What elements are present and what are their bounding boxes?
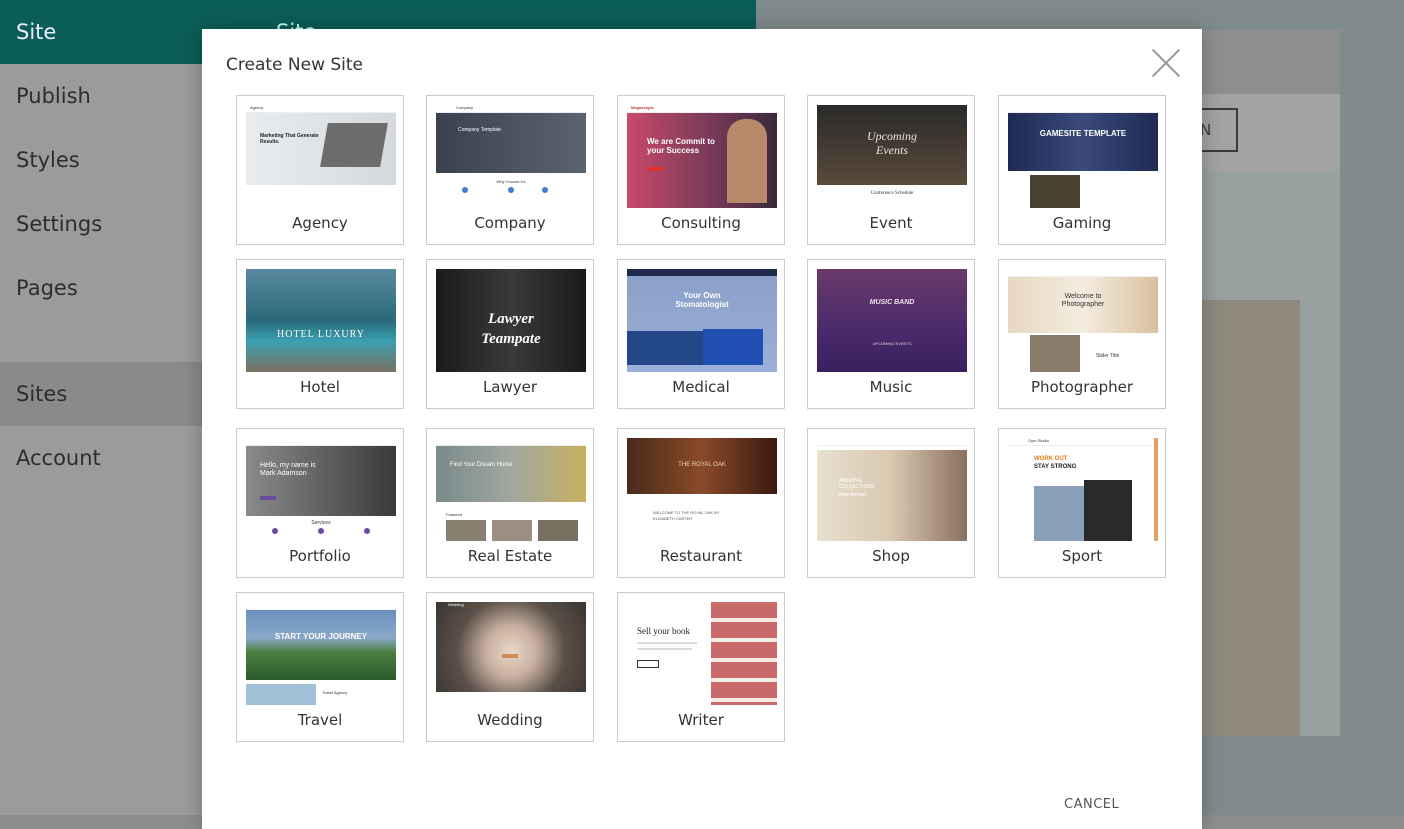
template-card-wedding[interactable]: Wedding Wedding [426, 592, 594, 742]
preview-button[interactable]: N [1196, 108, 1238, 152]
template-card-medical[interactable]: Your Own Stomatologist Medical [617, 259, 785, 409]
template-thumbnail: Your Own Stomatologist [627, 269, 777, 372]
template-thumbnail: AMAZING COLLECTIONS New Arrivals [817, 438, 967, 541]
template-label: Photographer [1030, 378, 1134, 396]
template-card-sport[interactable]: Gym Studio WORK OUT STAY STRONG Sport [998, 428, 1166, 578]
template-card-restaurant[interactable]: THE ROYAL OAK WELCOME TO THE ROYAL OAK B… [617, 428, 785, 578]
template-card-writer[interactable]: Sell your book Writer [617, 592, 785, 742]
preview-frame: N [1196, 30, 1340, 736]
template-label: Agency [292, 214, 348, 232]
template-thumbnail: GAMESITE TEMPLATE [1008, 105, 1158, 208]
template-label: Gaming [1052, 214, 1112, 232]
template-label: Sport [1061, 547, 1103, 565]
preview-image-chair [1196, 300, 1300, 736]
sidebar-title: Site [16, 20, 57, 44]
template-thumbnail: Company Company Template Why Choose Us [436, 105, 586, 208]
template-card-real-estate[interactable]: Find Your Dream Home Featured Real Estat… [426, 428, 594, 578]
template-label: Event [869, 214, 913, 232]
template-thumbnail: THE ROYAL OAK WELCOME TO THE ROYAL OAK B… [627, 438, 777, 541]
close-icon[interactable] [1150, 47, 1182, 79]
template-thumbnail: MUSIC BAND UPCOMING EVENTS [817, 269, 967, 372]
template-thumbnail: HOTEL LUXURY [246, 269, 396, 372]
template-label: Music [869, 378, 913, 396]
template-label: Company [474, 214, 546, 232]
template-label: Real Estate [467, 547, 553, 565]
template-card-consulting[interactable]: Megascopic We are Commit to your Success… [617, 95, 785, 245]
template-thumbnail: Lawyer Teampate [436, 269, 586, 372]
template-label: Hotel [300, 378, 340, 396]
template-thumbnail: Megascopic We are Commit to your Success [627, 105, 777, 208]
template-thumbnail: Hello, my name is Mark Adamson Services [246, 438, 396, 541]
template-label: Wedding [477, 711, 543, 729]
template-label: Lawyer [482, 378, 538, 396]
template-card-hotel[interactable]: HOTEL LUXURY Hotel [236, 259, 404, 409]
template-thumbnail: START YOUR JOURNEY Travel Agency [246, 602, 396, 705]
template-thumbnail: Upcoming Events Conference Schedule [817, 105, 967, 208]
template-card-photographer[interactable]: Welcome to Photographer Slider Title Pho… [998, 259, 1166, 409]
cancel-button[interactable]: CANCEL [1064, 797, 1119, 812]
preview-bar [1196, 30, 1340, 94]
template-card-shop[interactable]: AMAZING COLLECTIONS New Arrivals Shop [807, 428, 975, 578]
template-label: Portfolio [289, 547, 351, 565]
template-card-music[interactable]: MUSIC BAND UPCOMING EVENTS Music [807, 259, 975, 409]
template-thumbnail: Sell your book [627, 602, 777, 705]
template-label: Writer [678, 711, 724, 729]
template-card-agency[interactable]: Agency Marketing That Generate Results. … [236, 95, 404, 245]
template-card-travel[interactable]: START YOUR JOURNEY Travel Agency Travel [236, 592, 404, 742]
template-label: Consulting [661, 214, 741, 232]
template-label: Travel [297, 711, 343, 729]
template-thumbnail: Gym Studio WORK OUT STAY STRONG [1008, 438, 1158, 541]
dialog-title: Create New Site [226, 55, 364, 75]
template-card-event[interactable]: Upcoming Events Conference Schedule Even… [807, 95, 975, 245]
template-thumbnail: Find Your Dream Home Featured [436, 438, 586, 541]
template-thumbnail: Welcome to Photographer Slider Title [1008, 269, 1158, 372]
template-card-gaming[interactable]: GAMESITE TEMPLATE Gaming [998, 95, 1166, 245]
template-card-portfolio[interactable]: Hello, my name is Mark Adamson Services … [236, 428, 404, 578]
template-label: Medical [672, 378, 730, 396]
template-label: Restaurant [659, 547, 743, 565]
template-card-lawyer[interactable]: Lawyer Teampate Lawyer [426, 259, 594, 409]
template-card-company[interactable]: Company Company Template Why Choose Us C… [426, 95, 594, 245]
template-label: Shop [872, 547, 910, 565]
template-thumbnail: Agency Marketing That Generate Results. [246, 105, 396, 208]
create-site-dialog: Create New Site Agency Marketing That Ge… [202, 29, 1202, 829]
template-thumbnail: Wedding [436, 602, 586, 705]
